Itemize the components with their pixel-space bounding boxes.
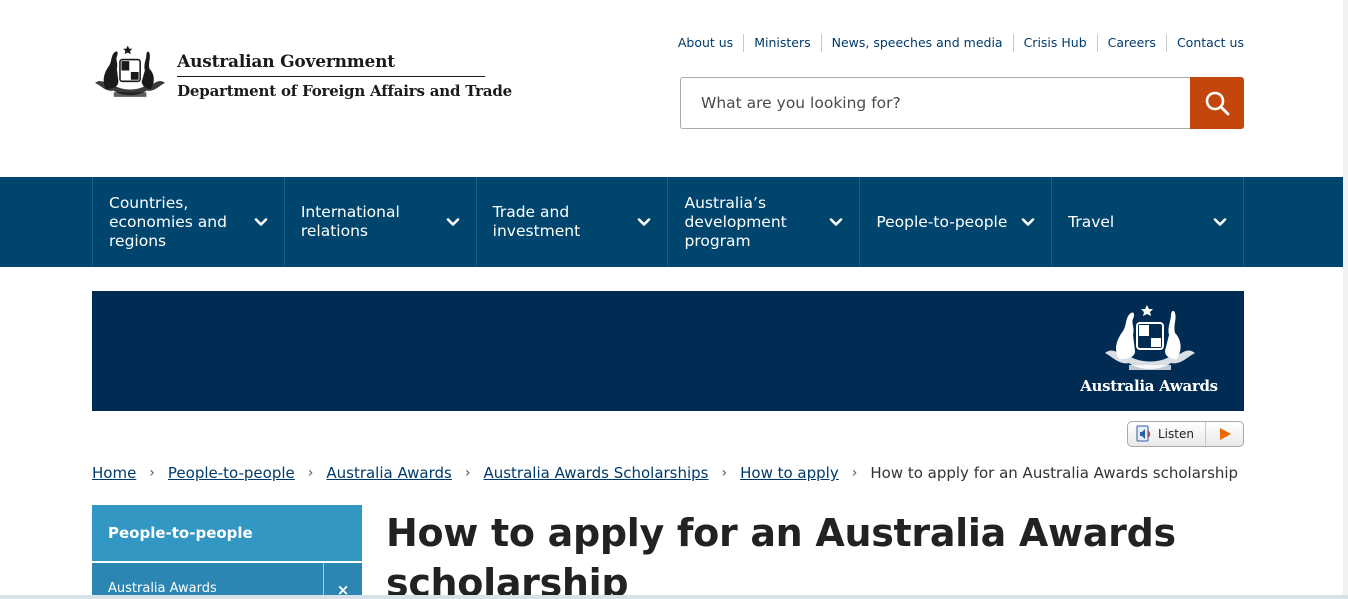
util-link-about-us[interactable]: About us [678,34,743,52]
breadcrumb-link-scholarships[interactable]: Australia Awards Scholarships [483,464,708,482]
search-icon [1205,91,1230,116]
nav-item-label: Australia’s development program [684,193,787,250]
breadcrumb-link-australia-awards[interactable]: Australia Awards [326,464,451,482]
breadcrumb-separator-icon: › [851,465,858,481]
sidebar-heading[interactable]: People-to-people [92,505,362,561]
breadcrumb-separator-icon: › [721,465,728,481]
chevron-down-icon [446,218,459,226]
nav-item-development[interactable]: Australia’s development program [668,177,861,267]
play-triangle-icon [1219,428,1231,440]
listen-button[interactable]: Listen [1127,421,1244,447]
nav-item-label: Travel [1068,212,1115,231]
nav-item-label: Countries, economies and regions [109,193,227,250]
speaker-icon [1136,425,1151,442]
nav-item-label: People-to-people [876,212,1008,231]
nav-item-people-to-people[interactable]: People-to-people [860,177,1053,267]
site-search [680,77,1244,129]
main-nav: Countries, economies and regions Interna… [0,177,1343,267]
collapse-icon[interactable]: × [323,563,362,599]
australia-awards-wordmark: Australia Awards [1080,377,1218,395]
department-name: Department of Foreign Affairs and Trade [177,82,512,100]
sidebar-item-label: Australia Awards [108,580,217,596]
breadcrumb-separator-icon: › [149,465,155,481]
nav-item-international-relations[interactable]: International relations [285,177,477,267]
search-input[interactable] [680,77,1190,129]
nav-item-countries[interactable]: Countries, economies and regions [93,177,285,267]
nav-item-label: Trade and investment [492,203,581,240]
sidebar-item-australia-awards[interactable]: Australia Awards × [92,563,362,599]
play-icon[interactable] [1205,422,1243,446]
scrollbar[interactable] [1343,0,1348,599]
nav-item-travel[interactable]: Travel [1052,177,1244,267]
australia-awards-logo: Australia Awards [1080,303,1218,395]
chevron-down-icon [1021,218,1035,226]
search-button[interactable] [1190,77,1244,129]
util-link-careers[interactable]: Careers [1096,34,1166,52]
dfat-logo[interactable]: Australian Government Department of Fore… [92,34,512,110]
chevron-down-icon [254,218,268,226]
breadcrumb-separator-icon: › [307,465,314,481]
utility-nav: About us Ministers News, speeches and me… [678,34,1244,52]
breadcrumb: Home › People-to-people › Australia Awar… [92,464,1238,482]
coat-of-arms-icon [1105,305,1195,370]
chevron-down-icon [1213,218,1227,226]
util-link-contact-us[interactable]: Contact us [1165,34,1244,52]
chevron-down-icon [638,218,651,226]
coat-of-arms-icon [95,45,166,97]
util-link-ministers[interactable]: Ministers [743,34,820,52]
australia-awards-banner: Australia Awards [92,291,1244,411]
breadcrumb-current: How to apply for an Australia Awards sch… [870,464,1239,482]
chevron-down-icon [830,218,843,226]
nav-item-label: International relations [300,203,400,240]
breadcrumb-separator-icon: › [464,465,471,481]
viewport-bottom-edge [0,595,1348,599]
nav-item-trade[interactable]: Trade and investment [477,177,669,267]
government-name: Australian Government [177,52,486,77]
breadcrumb-link-home[interactable]: Home [92,464,136,482]
breadcrumb-link-people-to-people[interactable]: People-to-people [168,464,295,482]
listen-label: Listen [1158,427,1194,441]
util-link-crisis-hub[interactable]: Crisis Hub [1012,34,1097,52]
page-title: How to apply for an Australia Awards sch… [386,511,1176,599]
breadcrumb-link-how-to-apply[interactable]: How to apply [740,464,839,482]
util-link-news[interactable]: News, speeches and media [820,34,1013,52]
